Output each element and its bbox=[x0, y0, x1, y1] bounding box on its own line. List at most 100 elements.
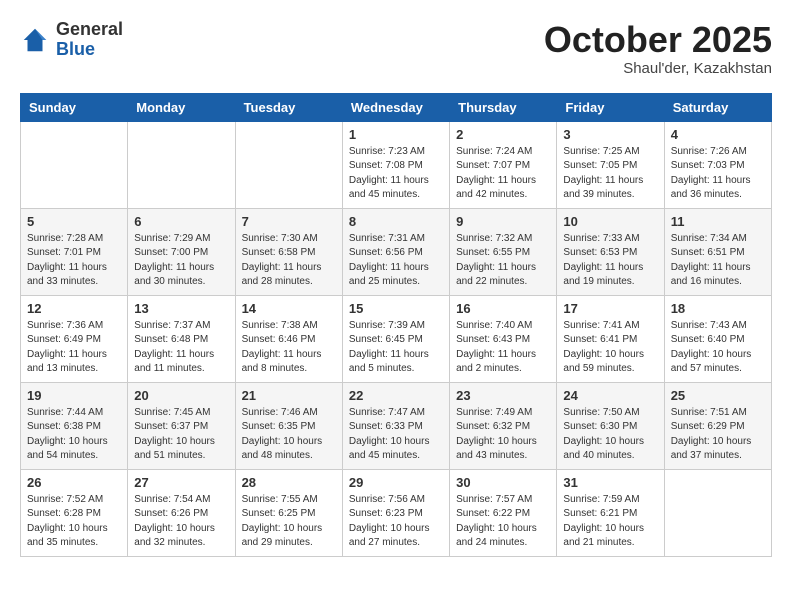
calendar-cell: 10 Sunrise: 7:33 AM Sunset: 6:53 PM Dayli… bbox=[557, 208, 664, 295]
calendar-cell: 23Sunrise: 7:49 AM Sunset: 6:32 PM Dayli… bbox=[450, 382, 557, 469]
day-info: Sunrise: 7:34 AM Sunset: 6:51 PM Dayligh… bbox=[671, 232, 765, 290]
calendar-cell: 9Sunrise: 7:32 AM Sunset: 6:55 PM Daylig… bbox=[450, 208, 557, 295]
calendar-header-row: SundayMondayTuesdayWednesdayThursdayFrid… bbox=[21, 93, 772, 121]
logo-blue: Blue bbox=[56, 40, 123, 60]
day-info: Sunrise: 7:29 AM Sunset: 7:00 PM Dayligh… bbox=[134, 232, 228, 290]
calendar-table: SundayMondayTuesdayWednesdayThursdayFrid… bbox=[20, 93, 772, 557]
day-number: 19 bbox=[27, 388, 121, 403]
calendar-week-3: 12Sunrise: 7:36 AM Sunset: 6:49 PM Dayli… bbox=[21, 295, 772, 382]
day-info: Sunrise: 7:46 AM Sunset: 6:35 PM Dayligh… bbox=[242, 406, 336, 464]
logo-general: General bbox=[56, 20, 123, 40]
column-header-saturday: Saturday bbox=[664, 93, 771, 121]
day-number: 3 bbox=[563, 127, 657, 142]
day-number: 13 bbox=[134, 301, 228, 316]
day-number: 20 bbox=[134, 388, 228, 403]
day-info: Sunrise: 7:37 AM Sunset: 6:48 PM Dayligh… bbox=[134, 319, 228, 377]
day-info: Sunrise: 7:41 AM Sunset: 6:41 PM Dayligh… bbox=[563, 319, 657, 377]
day-info: Sunrise: 7:47 AM Sunset: 6:33 PM Dayligh… bbox=[349, 406, 443, 464]
calendar-cell: 22 Sunrise: 7:47 AM Sunset: 6:33 PM Dayli… bbox=[342, 382, 449, 469]
day-info: Sunrise: 7:36 AM Sunset: 6:49 PM Dayligh… bbox=[27, 319, 121, 377]
page-header: General Blue October 2025 Shaul'der, Kaz… bbox=[20, 20, 772, 77]
day-number: 16 bbox=[456, 301, 550, 316]
day-number: 17 bbox=[563, 301, 657, 316]
logo-text: General Blue bbox=[56, 20, 123, 60]
day-number: 1 bbox=[349, 127, 443, 142]
day-info: Sunrise: 7:52 AM Sunset: 6:28 PM Dayligh… bbox=[27, 493, 121, 551]
day-info: Sunrise: 7:44 AM Sunset: 6:38 PM Dayligh… bbox=[27, 406, 121, 464]
day-info: Sunrise: 7:39 AM Sunset: 6:45 PM Dayligh… bbox=[349, 319, 443, 377]
day-number: 8 bbox=[349, 214, 443, 229]
day-number: 14 bbox=[242, 301, 336, 316]
day-number: 26 bbox=[27, 475, 121, 490]
day-number: 7 bbox=[242, 214, 336, 229]
day-number: 22 bbox=[349, 388, 443, 403]
column-header-monday: Monday bbox=[128, 93, 235, 121]
calendar-cell: 27 Sunrise: 7:54 AM Sunset: 6:26 PM Dayli… bbox=[128, 469, 235, 556]
calendar-cell: 28Sunrise: 7:55 AM Sunset: 6:25 PM Dayli… bbox=[235, 469, 342, 556]
day-number: 31 bbox=[563, 475, 657, 490]
calendar-cell: 18Sunrise: 7:43 AM Sunset: 6:40 PM Dayli… bbox=[664, 295, 771, 382]
day-info: Sunrise: 7:33 AM Sunset: 6:53 PM Dayligh… bbox=[563, 232, 657, 290]
calendar-cell: 30Sunrise: 7:57 AM Sunset: 6:22 PM Dayli… bbox=[450, 469, 557, 556]
calendar-cell: 12Sunrise: 7:36 AM Sunset: 6:49 PM Dayli… bbox=[21, 295, 128, 382]
title-block: October 2025 Shaul'der, Kazakhstan bbox=[544, 20, 772, 77]
calendar-cell bbox=[664, 469, 771, 556]
calendar-cell: 4Sunrise: 7:26 AM Sunset: 7:03 PM Daylig… bbox=[664, 121, 771, 208]
calendar-week-4: 19 Sunrise: 7:44 AM Sunset: 6:38 PM Dayli… bbox=[21, 382, 772, 469]
calendar-cell: 21Sunrise: 7:46 AM Sunset: 6:35 PM Dayli… bbox=[235, 382, 342, 469]
calendar-cell: 11 Sunrise: 7:34 AM Sunset: 6:51 PM Dayli… bbox=[664, 208, 771, 295]
day-info: Sunrise: 7:30 AM Sunset: 6:58 PM Dayligh… bbox=[242, 232, 336, 290]
calendar-cell: 15 Sunrise: 7:39 AM Sunset: 6:45 PM Dayli… bbox=[342, 295, 449, 382]
logo-icon bbox=[20, 25, 50, 55]
calendar-cell: 25 Sunrise: 7:51 AM Sunset: 6:29 PM Dayli… bbox=[664, 382, 771, 469]
day-info: Sunrise: 7:54 AM Sunset: 6:26 PM Dayligh… bbox=[134, 493, 228, 551]
day-info: Sunrise: 7:45 AM Sunset: 6:37 PM Dayligh… bbox=[134, 406, 228, 464]
calendar-cell: 19 Sunrise: 7:44 AM Sunset: 6:38 PM Dayli… bbox=[21, 382, 128, 469]
day-number: 10 bbox=[563, 214, 657, 229]
calendar-cell: 8 Sunrise: 7:31 AM Sunset: 6:56 PM Daylig… bbox=[342, 208, 449, 295]
calendar-cell: 16 Sunrise: 7:40 AM Sunset: 6:43 PM Dayli… bbox=[450, 295, 557, 382]
calendar-cell: 20 Sunrise: 7:45 AM Sunset: 6:37 PM Dayli… bbox=[128, 382, 235, 469]
day-number: 27 bbox=[134, 475, 228, 490]
calendar-cell bbox=[21, 121, 128, 208]
day-number: 6 bbox=[134, 214, 228, 229]
day-info: Sunrise: 7:25 AM Sunset: 7:05 PM Dayligh… bbox=[563, 145, 657, 203]
day-info: Sunrise: 7:59 AM Sunset: 6:21 PM Dayligh… bbox=[563, 493, 657, 551]
calendar-cell: 14 Sunrise: 7:38 AM Sunset: 6:46 PM Dayli… bbox=[235, 295, 342, 382]
day-info: Sunrise: 7:28 AM Sunset: 7:01 PM Dayligh… bbox=[27, 232, 121, 290]
day-info: Sunrise: 7:40 AM Sunset: 6:43 PM Dayligh… bbox=[456, 319, 550, 377]
calendar-cell bbox=[128, 121, 235, 208]
day-info: Sunrise: 7:43 AM Sunset: 6:40 PM Dayligh… bbox=[671, 319, 765, 377]
column-header-thursday: Thursday bbox=[450, 93, 557, 121]
calendar-cell: 7 Sunrise: 7:30 AM Sunset: 6:58 PM Daylig… bbox=[235, 208, 342, 295]
calendar-cell: 6 Sunrise: 7:29 AM Sunset: 7:00 PM Daylig… bbox=[128, 208, 235, 295]
day-info: Sunrise: 7:49 AM Sunset: 6:32 PM Dayligh… bbox=[456, 406, 550, 464]
calendar-cell: 2Sunrise: 7:24 AM Sunset: 7:07 PM Daylig… bbox=[450, 121, 557, 208]
calendar-cell: 1 Sunrise: 7:23 AM Sunset: 7:08 PM Daylig… bbox=[342, 121, 449, 208]
day-info: Sunrise: 7:51 AM Sunset: 6:29 PM Dayligh… bbox=[671, 406, 765, 464]
day-number: 28 bbox=[242, 475, 336, 490]
calendar-cell bbox=[235, 121, 342, 208]
month-title: October 2025 bbox=[544, 20, 772, 60]
day-number: 25 bbox=[671, 388, 765, 403]
day-info: Sunrise: 7:31 AM Sunset: 6:56 PM Dayligh… bbox=[349, 232, 443, 290]
calendar-week-1: 1 Sunrise: 7:23 AM Sunset: 7:08 PM Daylig… bbox=[21, 121, 772, 208]
column-header-tuesday: Tuesday bbox=[235, 93, 342, 121]
calendar-cell: 3 Sunrise: 7:25 AM Sunset: 7:05 PM Daylig… bbox=[557, 121, 664, 208]
day-number: 4 bbox=[671, 127, 765, 142]
day-info: Sunrise: 7:56 AM Sunset: 6:23 PM Dayligh… bbox=[349, 493, 443, 551]
calendar-week-2: 5Sunrise: 7:28 AM Sunset: 7:01 PM Daylig… bbox=[21, 208, 772, 295]
location-subtitle: Shaul'der, Kazakhstan bbox=[544, 60, 772, 77]
logo: General Blue bbox=[20, 20, 123, 60]
day-number: 11 bbox=[671, 214, 765, 229]
day-info: Sunrise: 7:57 AM Sunset: 6:22 PM Dayligh… bbox=[456, 493, 550, 551]
column-header-wednesday: Wednesday bbox=[342, 93, 449, 121]
day-number: 15 bbox=[349, 301, 443, 316]
day-info: Sunrise: 7:38 AM Sunset: 6:46 PM Dayligh… bbox=[242, 319, 336, 377]
day-info: Sunrise: 7:23 AM Sunset: 7:08 PM Dayligh… bbox=[349, 145, 443, 203]
calendar-cell: 17 Sunrise: 7:41 AM Sunset: 6:41 PM Dayli… bbox=[557, 295, 664, 382]
calendar-cell: 26 Sunrise: 7:52 AM Sunset: 6:28 PM Dayli… bbox=[21, 469, 128, 556]
calendar-cell: 31 Sunrise: 7:59 AM Sunset: 6:21 PM Dayli… bbox=[557, 469, 664, 556]
calendar-week-5: 26 Sunrise: 7:52 AM Sunset: 6:28 PM Dayli… bbox=[21, 469, 772, 556]
day-number: 9 bbox=[456, 214, 550, 229]
